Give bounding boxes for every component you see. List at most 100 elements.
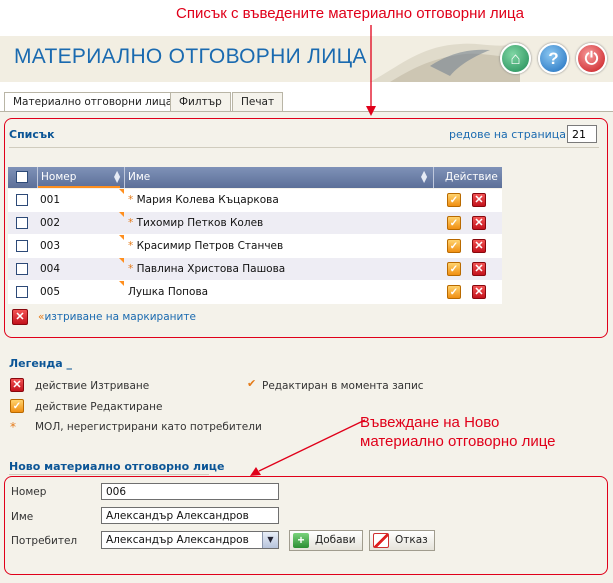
- legend-edit-icon: ✓: [10, 399, 24, 413]
- name-field[interactable]: [101, 507, 279, 524]
- new-entry-annotation-line1: Въвеждане на Ново: [360, 414, 500, 431]
- delete-marked-text: изтриване на маркираните: [44, 311, 196, 323]
- rows-per-page-input[interactable]: [567, 125, 597, 143]
- edit-icon[interactable]: ✓: [447, 262, 461, 276]
- tab-print[interactable]: Печат: [232, 92, 284, 112]
- chevron-down-icon[interactable]: ▼: [262, 532, 278, 548]
- edited-now-icon: ✔: [247, 377, 257, 390]
- list-title: Списък: [9, 128, 55, 141]
- delete-marked-link[interactable]: «изтриване на маркираните: [38, 311, 196, 323]
- header-separator: [433, 167, 434, 188]
- new-entry-annotation-line2: материално отговорно лице: [360, 433, 556, 450]
- tab-filter[interactable]: Филтър: [170, 92, 231, 112]
- row-name: Красимир Петров Станчев: [136, 240, 284, 252]
- row-checkbox[interactable]: [16, 194, 28, 206]
- select-all-checkbox[interactable]: [16, 171, 28, 183]
- row-number: 004: [40, 263, 61, 275]
- rows-per-page-text: редове на страница: [449, 128, 567, 141]
- legend-edited-now-text: Редактиран в момента запис: [262, 380, 424, 392]
- name-label: Име: [11, 511, 34, 523]
- row-name-cell: * Тихомир Петков Колев: [128, 217, 263, 229]
- add-button[interactable]: + Добави: [289, 530, 363, 551]
- row-name-cell: * Мария Колева Къцаркова: [128, 194, 279, 206]
- user-label: Потребител: [11, 535, 78, 547]
- row-name-cell: * Павлина Христова Пашова: [128, 263, 285, 275]
- delete-marked-icon[interactable]: ✕: [12, 309, 28, 325]
- row-name-cell: Лушка Попова: [128, 286, 208, 298]
- sort-indicator: [38, 186, 120, 188]
- row-checkbox[interactable]: [16, 263, 28, 275]
- new-form-title: Ново материално отговорно лице: [9, 460, 225, 473]
- row-checkbox[interactable]: [16, 240, 28, 252]
- legend-unregistered-text: МОЛ, нерегистрирани като потребители: [35, 421, 262, 433]
- row-name: Тихомир Петков Колев: [136, 217, 264, 229]
- table-row: 005 Лушка Попова ✓ ✕: [8, 281, 502, 304]
- number-field[interactable]: [101, 483, 279, 500]
- edit-icon[interactable]: ✓: [447, 193, 461, 207]
- cell-marker: [119, 189, 124, 194]
- row-checkbox[interactable]: [16, 217, 28, 229]
- row-number: 002: [40, 217, 61, 229]
- number-label: Номер: [11, 486, 47, 498]
- help-icon[interactable]: ?: [538, 43, 569, 74]
- delete-icon[interactable]: ✕: [472, 239, 486, 253]
- user-select-value: Александър Александров: [106, 534, 249, 546]
- cell-marker: [119, 258, 124, 263]
- legend-delete-text: действие Изтриване: [35, 380, 150, 392]
- app-header: МАТЕРИАЛНО ОТГОВОРНИ ЛИЦА ⌂ ? ⏻: [0, 36, 613, 82]
- table-row: 002 * Тихомир Петков Колев ✓ ✕: [8, 212, 502, 235]
- power-icon[interactable]: ⏻: [576, 43, 607, 74]
- cancel-button[interactable]: Отказ: [369, 530, 435, 551]
- legend-edit-text: действие Редактиране: [35, 401, 163, 413]
- table-row: 004 * Павлина Христова Пашова ✓ ✕: [8, 258, 502, 281]
- table-header: Номер ▲ ▼ Име ▲ ▼ Действие: [8, 167, 502, 188]
- sort-arrows-icon[interactable]: ▲ ▼: [114, 170, 120, 184]
- row-number: 001: [40, 194, 61, 206]
- home-icon[interactable]: ⌂: [500, 43, 531, 74]
- bulk-delete-row: ✕ «изтриване на маркираните: [8, 305, 502, 329]
- row-name: Павлина Христова Пашова: [136, 263, 286, 275]
- cell-marker: [119, 212, 124, 217]
- table-row: 003 * Красимир Петров Станчев ✓ ✕: [8, 235, 502, 258]
- user-select[interactable]: Александър Александров ▼: [101, 531, 279, 549]
- rows-per-page-label: редове на страница »: [449, 128, 576, 141]
- unregistered-star: *: [128, 263, 134, 275]
- sort-arrows-icon[interactable]: ▲ ▼: [421, 170, 427, 184]
- cell-marker: [119, 235, 124, 240]
- column-header-number[interactable]: Номер: [38, 167, 124, 188]
- edit-icon[interactable]: ✓: [447, 216, 461, 230]
- unregistered-star: *: [128, 194, 134, 206]
- new-form-title-divider: [9, 474, 209, 475]
- edit-icon[interactable]: ✓: [447, 239, 461, 253]
- edit-icon[interactable]: ✓: [447, 285, 461, 299]
- delete-icon[interactable]: ✕: [472, 193, 486, 207]
- row-number: 003: [40, 240, 61, 252]
- list-title-divider: [9, 147, 599, 148]
- column-header-action: Действие: [445, 171, 498, 183]
- column-header-name[interactable]: Име: [125, 167, 433, 188]
- new-form-highlight: [4, 476, 608, 575]
- tab-materially-responsible[interactable]: Материално отговорни лица: [4, 92, 182, 113]
- cancel-icon: [373, 533, 389, 548]
- page-title: МАТЕРИАЛНО ОТГОВОРНИ ЛИЦА: [14, 45, 367, 68]
- plus-icon: +: [293, 533, 309, 548]
- delete-icon[interactable]: ✕: [472, 285, 486, 299]
- add-button-label: Добави: [315, 534, 356, 546]
- legend-star-icon: *: [10, 420, 16, 434]
- unregistered-star: *: [128, 240, 134, 252]
- unregistered-star: *: [128, 217, 134, 229]
- delete-icon[interactable]: ✕: [472, 216, 486, 230]
- header-decoration: [370, 42, 520, 82]
- row-name: Мария Колева Къцаркова: [136, 194, 279, 206]
- cell-marker: [119, 281, 124, 286]
- delete-icon[interactable]: ✕: [472, 262, 486, 276]
- list-annotation: Списък с въведените материално отговорни…: [176, 5, 524, 22]
- cancel-button-label: Отказ: [395, 534, 428, 546]
- row-number: 005: [40, 286, 61, 298]
- new-entry-annotation: Въвеждане на Ново материално отговорно л…: [360, 413, 556, 451]
- row-checkbox[interactable]: [16, 286, 28, 298]
- row-name-cell: * Красимир Петров Станчев: [128, 240, 283, 252]
- row-name: Лушка Попова: [128, 286, 209, 298]
- table-row: 001 * Мария Колева Къцаркова ✓ ✕: [8, 189, 502, 212]
- legend-delete-icon: ✕: [10, 378, 24, 392]
